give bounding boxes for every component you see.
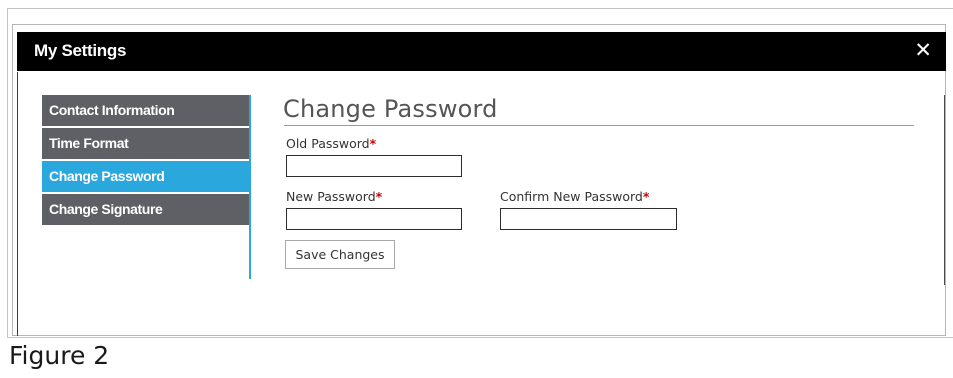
figure-caption: Figure 2 <box>9 341 110 370</box>
close-icon[interactable]: ✕ <box>914 38 932 62</box>
dialog-header: My Settings ✕ <box>17 32 946 71</box>
dialog-title: My Settings <box>34 41 127 60</box>
old-password-label: Old Password* <box>286 136 376 151</box>
sidebar-item-label: Contact Information <box>49 102 175 118</box>
page-title: Change Password <box>283 95 498 123</box>
required-marker: * <box>369 136 377 151</box>
old-password-input[interactable] <box>286 155 462 177</box>
dialog-left-border <box>17 72 18 336</box>
sidebar-divider <box>249 95 251 279</box>
dialog-scrollbar-track <box>944 95 945 285</box>
save-changes-button[interactable]: Save Changes <box>285 240 395 269</box>
sidebar-item-time-format[interactable]: Time Format <box>42 128 250 159</box>
old-password-label-text: Old Password <box>286 136 370 151</box>
required-marker: * <box>642 189 650 204</box>
sidebar-item-change-password[interactable]: Change Password <box>42 161 250 192</box>
sidebar-item-label: Change Password <box>49 168 165 184</box>
sidebar-item-contact-information[interactable]: Contact Information <box>42 95 250 126</box>
title-underline <box>284 125 914 126</box>
confirm-password-label: Confirm New Password* <box>500 189 649 204</box>
sidebar-item-label: Time Format <box>49 135 129 151</box>
confirm-password-label-text: Confirm New Password <box>500 189 643 204</box>
new-password-label-text: New Password <box>286 189 376 204</box>
required-marker: * <box>375 189 383 204</box>
sidebar-item-label: Change Signature <box>49 201 163 217</box>
confirm-password-input[interactable] <box>500 208 677 230</box>
new-password-label: New Password* <box>286 189 382 204</box>
new-password-input[interactable] <box>286 208 462 230</box>
sidebar-item-change-signature[interactable]: Change Signature <box>42 194 250 225</box>
settings-sidebar: Contact Information Time Format Change P… <box>42 95 250 227</box>
